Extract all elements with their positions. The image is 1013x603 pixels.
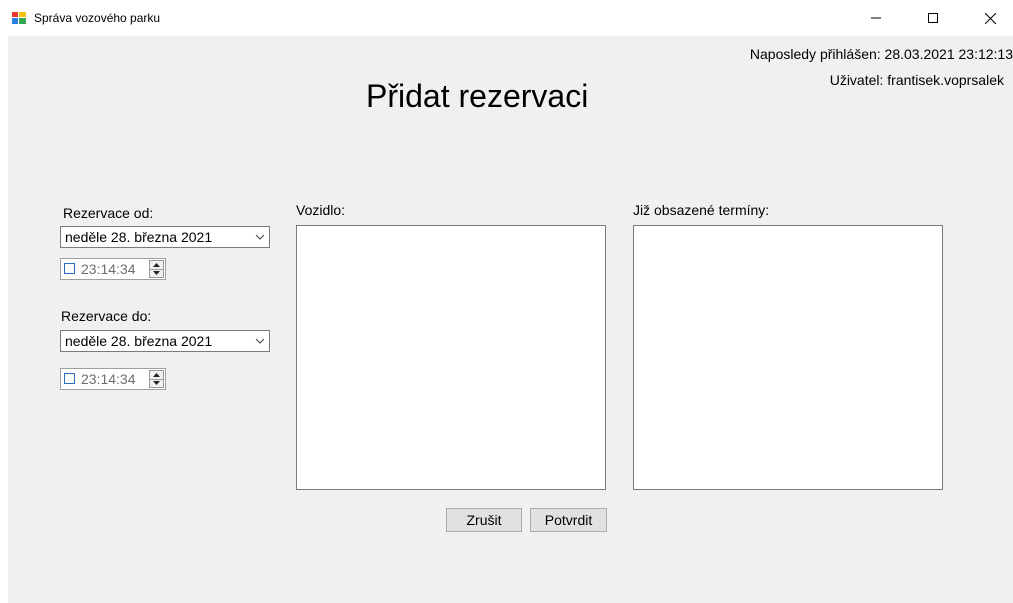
form-client-area: Naposledy přihlášen: 28.03.2021 23:12:13… (8, 36, 1013, 603)
title-bar[interactable]: Správa vozového parku (0, 0, 1013, 36)
cancel-button[interactable]: Zrušit (446, 508, 522, 532)
chevron-down-icon[interactable] (255, 331, 265, 358)
reservation-from-time-checkbox[interactable] (64, 263, 75, 274)
reservation-from-time-value: 23:14:34 (81, 261, 136, 277)
maximize-button[interactable] (910, 0, 956, 36)
reservation-to-date-value: neděle 28. března 2021 (65, 333, 213, 349)
spin-down-icon[interactable] (150, 269, 163, 277)
vehicle-label: Vozidlo: (296, 202, 346, 218)
reservation-to-time-spinner[interactable] (149, 370, 164, 388)
confirm-button[interactable]: Potvrdit (530, 508, 607, 532)
close-button[interactable] (967, 0, 1013, 36)
window-title: Správa vozového parku (34, 11, 161, 25)
reservation-to-time-checkbox[interactable] (64, 373, 75, 384)
minimize-icon (871, 17, 881, 19)
reservation-from-time-picker[interactable]: 23:14:34 (60, 258, 166, 280)
maximize-icon (928, 13, 938, 23)
spin-down-icon[interactable] (150, 379, 163, 387)
last-login-label: Naposledy přihlášen: 28.03.2021 23:12:13 (749, 46, 1013, 62)
reservation-from-time-spinner[interactable] (149, 260, 164, 278)
occupied-terms-label: Již obsazené termíny: (633, 202, 770, 218)
occupied-terms-listbox[interactable] (633, 225, 943, 490)
reservation-from-date-picker[interactable]: neděle 28. března 2021 (60, 226, 270, 248)
vehicle-listbox[interactable] (296, 225, 606, 490)
reservation-from-date-value: neděle 28. března 2021 (65, 229, 213, 245)
reservation-to-date-picker[interactable]: neděle 28. března 2021 (60, 330, 270, 352)
reservation-to-label: Rezervace do: (61, 308, 152, 324)
page-title: Přidat rezervaci (366, 78, 589, 114)
reservation-to-time-picker[interactable]: 23:14:34 (60, 368, 166, 390)
user-label: Uživatel: frantisek.voprsalek (829, 72, 1004, 88)
reservation-from-label: Rezervace od: (63, 205, 154, 221)
chevron-down-icon[interactable] (255, 227, 265, 254)
reservation-to-time-value: 23:14:34 (81, 371, 136, 387)
minimize-button[interactable] (853, 0, 899, 36)
close-icon (984, 12, 996, 24)
app-icon (12, 12, 26, 24)
